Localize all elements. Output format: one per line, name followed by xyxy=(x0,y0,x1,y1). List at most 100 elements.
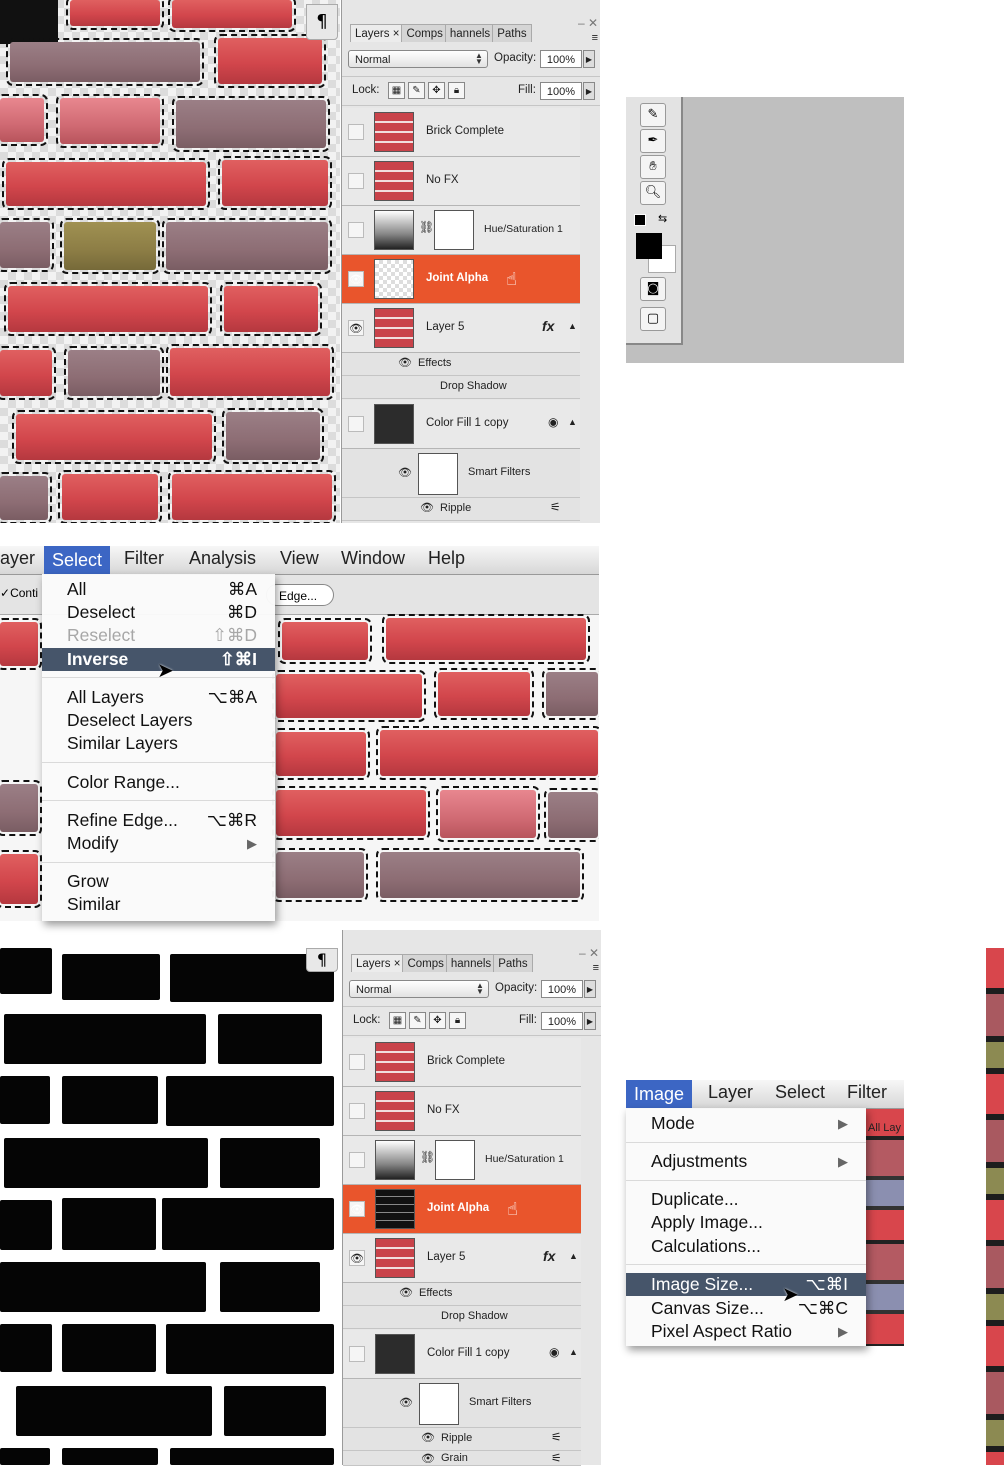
menu-help[interactable]: Help xyxy=(428,548,465,569)
menu-image[interactable]: Image xyxy=(626,1080,693,1108)
filter-options-icon[interactable]: ⚟ xyxy=(550,500,561,514)
smart-filters-row[interactable]: 👁︎ Smart Filters xyxy=(342,449,580,498)
menu-item-modify[interactable]: Modify ▶ xyxy=(42,832,275,855)
visibility-eye-icon[interactable]: 👁︎ xyxy=(348,271,364,287)
contiguous-checkbox[interactable]: ✓Conti xyxy=(0,586,38,600)
drop-shadow-row[interactable]: Drop Shadow xyxy=(342,376,580,399)
tab-layers[interactable]: Layers × xyxy=(350,24,405,42)
visibility-eye-icon[interactable]: 👁︎ xyxy=(349,1201,365,1217)
menu-item-grow[interactable]: Grow xyxy=(42,870,275,893)
menu-layer[interactable]: ayer xyxy=(0,548,35,569)
panel-menu-icon[interactable]: ≡ xyxy=(593,962,599,974)
screen-mode-icon[interactable]: ▢ xyxy=(640,307,666,331)
tab-comps[interactable]: Comps xyxy=(402,954,449,972)
menu-select[interactable]: Select xyxy=(44,546,111,574)
lock-move-icon[interactable]: ✥ xyxy=(428,82,445,99)
blend-mode-select[interactable]: Normal ▲ ▼ xyxy=(349,980,489,998)
layer-row[interactable]: Color Fill 1 copy ◉ ▲ xyxy=(343,1330,581,1379)
layer-row[interactable]: Brick Complete xyxy=(342,108,580,157)
expand-triangle-icon[interactable]: ▲ xyxy=(569,1251,578,1261)
tab-channels[interactable]: hannels xyxy=(445,954,497,972)
smart-filters-eye-icon[interactable]: 👁︎ xyxy=(399,1396,413,1409)
lock-paint-icon[interactable]: ✎ xyxy=(409,1012,426,1029)
effects-eye-icon[interactable]: 👁︎ xyxy=(399,1286,413,1299)
menu-analysis[interactable]: Analysis xyxy=(189,548,256,569)
foreground-color-swatch[interactable] xyxy=(636,233,662,259)
menu-item-refine-edge[interactable]: Refine Edge... ⌥⌘R xyxy=(42,809,275,832)
opacity-field[interactable]: 100% xyxy=(541,980,583,998)
visibility-toggle[interactable] xyxy=(349,1103,365,1119)
panel-close-icon[interactable]: – ✕ xyxy=(579,946,599,960)
opacity-arrow-icon[interactable]: ▶ xyxy=(583,50,595,68)
menu-item-similar[interactable]: Similar xyxy=(42,893,275,916)
tab-comps[interactable]: Comps xyxy=(401,24,448,42)
drop-shadow-row[interactable]: Drop Shadow xyxy=(343,1306,581,1329)
menu-filter[interactable]: Filter xyxy=(847,1082,887,1103)
tab-layers[interactable]: Layers × xyxy=(351,954,406,972)
menu-item-adjustments[interactable]: Adjustments ▶ xyxy=(626,1150,866,1173)
expand-triangle-icon[interactable]: ▲ xyxy=(568,321,577,331)
menu-item-apply-image[interactable]: Apply Image... xyxy=(626,1211,866,1234)
tab-paths[interactable]: Paths xyxy=(493,954,533,972)
visibility-toggle[interactable] xyxy=(349,1054,365,1070)
filter-options-icon[interactable]: ⚟ xyxy=(551,1451,562,1465)
filter-row[interactable]: 👁︎ Ripple ⚟ xyxy=(342,498,580,521)
tab-paths[interactable]: Paths xyxy=(492,24,532,42)
visibility-toggle[interactable] xyxy=(348,124,364,140)
layer-row[interactable]: 👁︎ Layer 5 fx ▲ xyxy=(342,304,580,353)
menu-item-similar-layers[interactable]: Similar Layers xyxy=(42,732,275,755)
effects-eye-icon[interactable]: 👁︎ xyxy=(398,356,412,369)
menu-window[interactable]: Window xyxy=(341,548,405,569)
layer-row[interactable]: No FX xyxy=(343,1087,581,1136)
quick-mask-icon[interactable]: ◙ xyxy=(640,277,666,301)
layer-row[interactable]: ⛓ Hue/Saturation 1 xyxy=(342,206,580,255)
lock-all-icon[interactable]: 🔒︎ xyxy=(449,1012,466,1029)
layer-row-selected[interactable]: 👁︎ Joint Alpha ☝︎ xyxy=(342,255,580,304)
layer-row[interactable]: No FX xyxy=(342,157,580,206)
notes-tool-icon[interactable]: ✎ xyxy=(640,103,666,127)
lock-move-icon[interactable]: ✥ xyxy=(429,1012,446,1029)
filter-row[interactable]: 👁︎ Grain ⚟ xyxy=(343,1451,581,1466)
menu-layer[interactable]: Layer xyxy=(708,1082,753,1103)
expand-triangle-icon[interactable]: ▲ xyxy=(568,417,577,427)
filter-row[interactable]: 👁︎ Ripple ⚟ xyxy=(343,1428,581,1451)
filter-options-icon[interactable]: ⚟ xyxy=(551,1430,562,1444)
layer-row[interactable]: 👁︎ Layer 5 fx ▲ xyxy=(343,1234,581,1283)
visibility-eye-icon[interactable]: 👁︎ xyxy=(348,320,364,336)
expand-triangle-icon[interactable]: ▲ xyxy=(569,1347,578,1357)
fill-field[interactable]: 100% xyxy=(541,1012,583,1030)
layer-row[interactable]: Brick Complete xyxy=(343,1038,581,1087)
brick-canvas-selection[interactable] xyxy=(0,0,340,523)
visibility-toggle[interactable] xyxy=(349,1152,365,1168)
fill-arrow-icon[interactable]: ▶ xyxy=(583,82,595,100)
zoom-tool-icon[interactable]: 🔍︎ xyxy=(640,181,666,205)
menu-item-duplicate[interactable]: Duplicate... xyxy=(626,1188,866,1211)
menu-select[interactable]: Select xyxy=(775,1082,825,1103)
menu-item-all[interactable]: All ⌘A xyxy=(42,578,275,601)
menu-item-calculations[interactable]: Calculations... xyxy=(626,1235,866,1258)
visibility-toggle[interactable] xyxy=(348,222,364,238)
panel-menu-icon[interactable]: ≡ xyxy=(592,32,598,44)
smart-filters-row[interactable]: 👁︎ Smart Filters xyxy=(343,1379,581,1428)
panel-close-icon[interactable]: – ✕ xyxy=(578,16,598,30)
lock-all-icon[interactable]: 🔒︎ xyxy=(448,82,465,99)
filter-eye-icon[interactable]: 👁︎ xyxy=(421,1452,435,1465)
eyedropper-tool-icon[interactable]: ✒︎ xyxy=(640,129,666,153)
visibility-toggle[interactable] xyxy=(348,173,364,189)
menu-item-all-layers[interactable]: All Layers ⌥⌘A xyxy=(42,686,275,709)
hand-tool-icon[interactable]: ✋︎ xyxy=(640,155,666,179)
lock-transparency-icon[interactable]: ▦ xyxy=(389,1012,406,1029)
menu-view[interactable]: View xyxy=(280,548,319,569)
swap-colors-icon[interactable]: ⇆ xyxy=(658,212,667,225)
refine-edge-button[interactable]: Edge... xyxy=(266,584,334,606)
menu-item-color-range[interactable]: Color Range... xyxy=(42,771,275,794)
layer-row[interactable]: Color Fill 1 copy ◉ ▲ xyxy=(342,400,580,449)
visibility-toggle[interactable] xyxy=(349,1346,365,1362)
visibility-eye-icon[interactable]: 👁︎ xyxy=(349,1250,365,1266)
opacity-arrow-icon[interactable]: ▶ xyxy=(584,980,596,998)
default-colors-icon[interactable] xyxy=(634,214,646,226)
close-tab-icon[interactable]: × xyxy=(393,28,400,40)
menu-item-deselect-layers[interactable]: Deselect Layers xyxy=(42,709,275,732)
filter-eye-icon[interactable]: 👁︎ xyxy=(421,1431,435,1444)
paragraph-panel-button[interactable]: ¶ xyxy=(306,4,338,40)
